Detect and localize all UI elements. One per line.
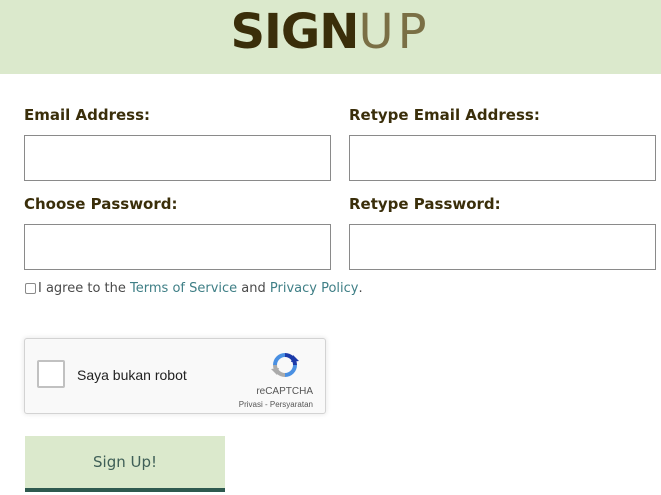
recaptcha-separator: - (262, 400, 270, 409)
agree-row: I agree to the Terms of Service and Priv… (25, 281, 363, 296)
email-field[interactable] (24, 135, 331, 181)
recaptcha-checkbox[interactable] (37, 360, 65, 388)
privacy-policy-link[interactable]: Privacy Policy (270, 281, 359, 296)
retype-email-label: Retype Email Address: (349, 106, 540, 124)
recaptcha-widget: Saya bukan robot reCAPTCHA Privasi - Per… (24, 338, 326, 414)
password-field[interactable] (24, 224, 331, 270)
retype-password-label: Retype Password: (349, 195, 501, 213)
recaptcha-links: Privasi - Persyaratan (239, 400, 313, 409)
email-label: Email Address: (24, 106, 151, 124)
sign-up-button[interactable]: Sign Up! (25, 436, 225, 492)
agree-checkbox[interactable] (25, 283, 36, 294)
page-title-light: UP (358, 4, 431, 60)
recaptcha-label: Saya bukan robot (77, 367, 187, 383)
agree-prefix: I agree to the (38, 281, 131, 296)
recaptcha-privacy-link[interactable]: Privasi (239, 400, 263, 409)
password-label: Choose Password: (24, 195, 178, 213)
retype-password-field[interactable] (349, 224, 656, 270)
agree-middle: and (237, 281, 270, 296)
retype-email-field[interactable] (349, 135, 656, 181)
agree-suffix: . (358, 281, 363, 296)
recaptcha-brand: reCAPTCHA (256, 386, 313, 397)
recaptcha-terms-link[interactable]: Persyaratan (270, 400, 313, 409)
page-title-bold: SIGN (230, 4, 359, 60)
page-title: SIGNUP (0, 4, 661, 61)
terms-of-service-link[interactable]: Terms of Service (130, 281, 237, 296)
page-header: SIGNUP (0, 0, 661, 74)
recaptcha-logo-icon (271, 353, 299, 377)
